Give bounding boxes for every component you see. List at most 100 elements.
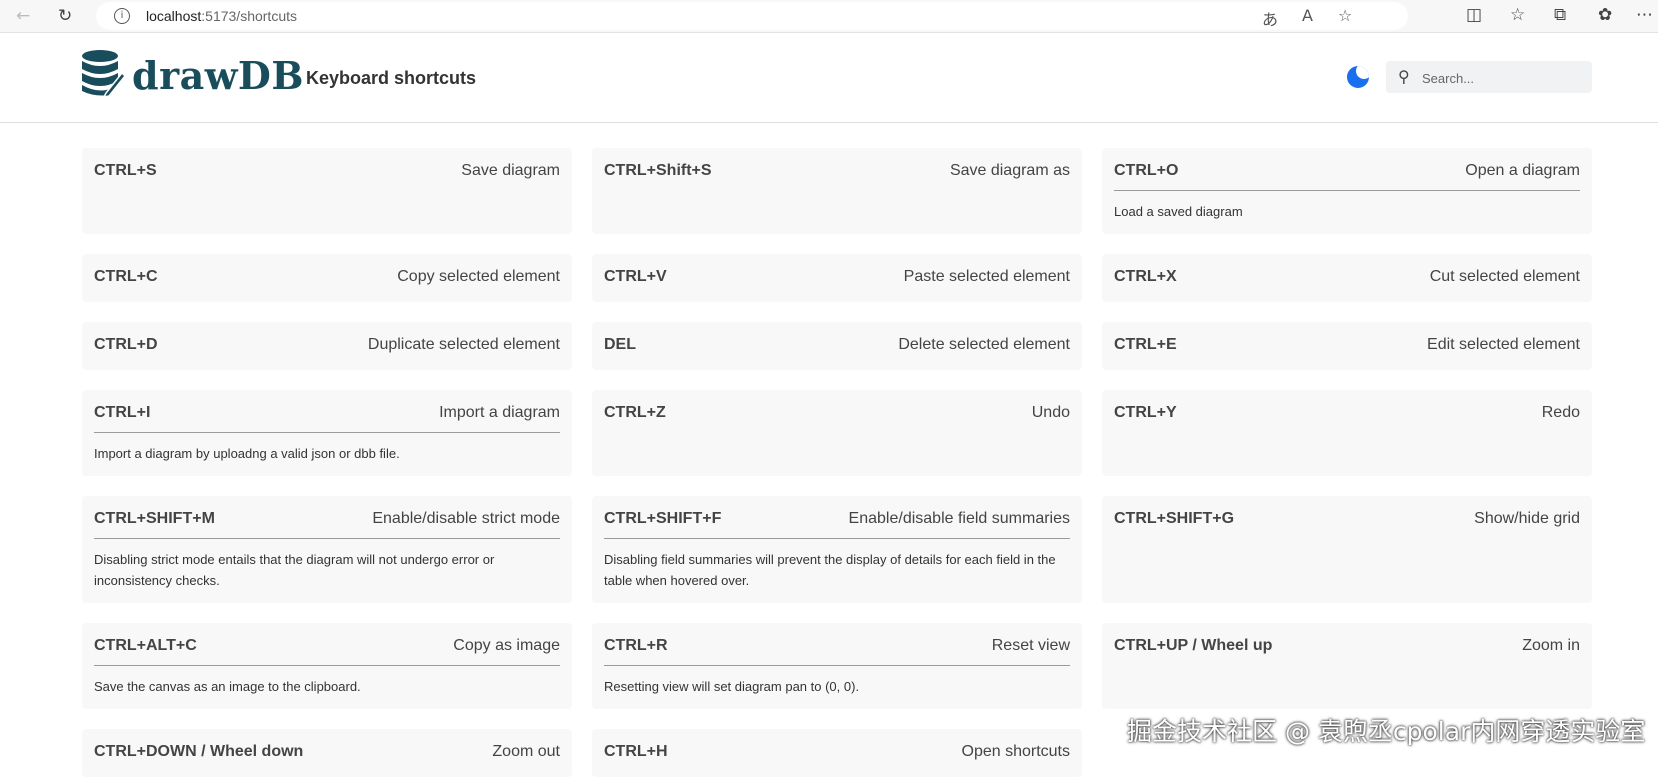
split-screen-icon[interactable]: ◫ — [1466, 5, 1482, 25]
shortcut-card: CTRL+S Save diagram — [82, 148, 572, 234]
shortcut-description: Resetting view will set diagram pan to (… — [604, 679, 860, 694]
shortcut-title: Enable/disable field summaries — [848, 510, 1070, 527]
shortcut-title: Import a diagram — [439, 404, 560, 421]
text-size-icon[interactable]: A — [1302, 6, 1313, 25]
divider — [1114, 190, 1580, 191]
shortcut-header: CTRL+SHIFT+G Show/hide grid — [1114, 510, 1580, 528]
database-logo-icon[interactable] — [80, 49, 124, 97]
shortcut-description: Disabling strict mode entails that the d… — [94, 552, 495, 588]
info-icon[interactable]: i — [114, 8, 130, 24]
shortcut-card: CTRL+X Cut selected element — [1102, 254, 1592, 302]
shortcut-header: CTRL+UP / Wheel up Zoom in — [1114, 637, 1580, 655]
favorites-icon[interactable]: ☆ — [1510, 5, 1525, 25]
divider — [94, 538, 560, 539]
shortcut-card: CTRL+D Duplicate selected element — [82, 322, 572, 370]
brand-name[interactable]: drawDB — [132, 53, 304, 98]
search-input[interactable] — [1420, 67, 1584, 89]
shortcut-title: Undo — [1031, 404, 1070, 421]
shortcut-keys: CTRL+O — [1114, 162, 1179, 179]
collections-icon[interactable]: ⧉ — [1554, 5, 1566, 25]
watermark: 掘金技术社区 @ 袁煦丞cpolar内网穿透实验室 — [1127, 717, 1646, 746]
favorite-star-icon[interactable]: ☆ — [1338, 6, 1352, 25]
shortcut-keys: CTRL+H — [604, 743, 668, 760]
shortcut-keys: CTRL+D — [94, 336, 158, 353]
more-icon[interactable]: ⋯ — [1636, 5, 1653, 25]
shortcut-title: Cut selected element — [1429, 268, 1580, 285]
search-box[interactable]: ⚲ — [1386, 61, 1592, 93]
shortcut-keys: CTRL+Z — [604, 404, 666, 421]
shortcut-keys: CTRL+SHIFT+M — [94, 510, 215, 527]
shortcut-title: Redo — [1541, 404, 1580, 421]
shortcut-keys: CTRL+SHIFT+G — [1114, 510, 1235, 527]
shortcut-card: CTRL+C Copy selected element — [82, 254, 572, 302]
shortcut-title: Copy as image — [453, 637, 560, 654]
shortcut-title: Duplicate selected element — [367, 336, 560, 353]
shortcut-header: CTRL+V Paste selected element — [604, 268, 1070, 286]
shortcut-header: CTRL+SHIFT+M Enable/disable strict mode — [94, 510, 560, 528]
shortcut-card: CTRL+V Paste selected element — [592, 254, 1082, 302]
shortcut-header: CTRL+I Import a diagram — [94, 404, 560, 422]
url-text[interactable]: localhost:5173/shortcuts — [146, 8, 297, 24]
read-aloud-icon[interactable]: あ — [1262, 6, 1278, 30]
shortcut-card: CTRL+E Edit selected element — [1102, 322, 1592, 370]
shortcut-header: CTRL+ALT+C Copy as image — [94, 637, 560, 655]
shortcut-title: Edit selected element — [1427, 336, 1580, 353]
shortcut-keys: CTRL+ALT+C — [94, 637, 197, 654]
shortcut-keys: CTRL+Shift+S — [604, 162, 712, 179]
back-icon[interactable]: ← — [16, 6, 30, 26]
url-host: localhost — [146, 8, 202, 24]
shortcut-keys: CTRL+I — [94, 404, 151, 421]
shortcut-card: CTRL+Y Redo — [1102, 390, 1592, 476]
shortcut-description: Save the canvas as an image to the clipb… — [94, 679, 361, 694]
shortcut-keys: CTRL+SHIFT+F — [604, 510, 722, 527]
address-bar[interactable]: i localhost:5173/shortcuts あ A ☆ — [96, 2, 1408, 30]
shortcut-header: CTRL+H Open shortcuts — [604, 743, 1070, 761]
shortcut-header: CTRL+S Save diagram — [94, 162, 560, 180]
shortcut-card: CTRL+UP / Wheel up Zoom in — [1102, 623, 1592, 709]
app-header: drawDB Keyboard shortcuts ⚲ — [0, 33, 1658, 123]
shortcut-title: Open shortcuts — [961, 743, 1071, 760]
shortcut-title: Copy selected element — [397, 268, 560, 285]
shortcut-header: CTRL+D Duplicate selected element — [94, 336, 560, 354]
url-path: :5173/shortcuts — [201, 8, 297, 24]
divider — [604, 665, 1070, 666]
shortcut-header: DEL Delete selected element — [604, 336, 1070, 354]
shortcut-header: CTRL+R Reset view — [604, 637, 1070, 655]
shortcut-description: Disabling field summaries will prevent t… — [604, 552, 1056, 588]
shortcut-keys: CTRL+E — [1114, 336, 1177, 353]
browser-toolbar: ← ↻ i localhost:5173/shortcuts あ A ☆ ◫ ☆… — [0, 0, 1658, 33]
shortcut-card: CTRL+DOWN / Wheel down Zoom out — [82, 729, 572, 777]
search-icon: ⚲ — [1398, 67, 1410, 86]
shortcut-header: CTRL+C Copy selected element — [94, 268, 560, 286]
shortcut-card: CTRL+O Open a diagram Load a saved diagram — [1102, 148, 1592, 234]
shortcut-keys: CTRL+C — [94, 268, 158, 285]
moon-icon[interactable] — [1347, 66, 1369, 88]
shortcut-title: Zoom out — [492, 743, 560, 760]
extensions-icon[interactable]: ✿ — [1598, 5, 1612, 25]
shortcut-keys: CTRL+Y — [1114, 404, 1177, 421]
divider — [94, 665, 560, 666]
shortcut-title: Open a diagram — [1465, 162, 1580, 179]
shortcut-title: Paste selected element — [903, 268, 1070, 285]
shortcut-header: CTRL+O Open a diagram — [1114, 162, 1580, 180]
page-title: Keyboard shortcuts — [306, 68, 477, 88]
shortcut-card: CTRL+I Import a diagram Import a diagram b… — [82, 390, 572, 476]
shortcut-description: Import a diagram by uploadng a valid jso… — [94, 446, 400, 461]
shortcut-title: Save diagram as — [949, 162, 1070, 179]
shortcut-card: CTRL+SHIFT+G Show/hide grid — [1102, 496, 1592, 603]
shortcut-card: CTRL+H Open shortcuts — [592, 729, 1082, 777]
shortcut-title: Enable/disable strict mode — [372, 510, 560, 527]
shortcut-header: CTRL+E Edit selected element — [1114, 336, 1580, 354]
shortcut-card: CTRL+ALT+C Copy as image Save the canvas a… — [82, 623, 572, 709]
shortcut-header: CTRL+Y Redo — [1114, 404, 1580, 422]
shortcut-keys: CTRL+X — [1114, 268, 1177, 285]
shortcut-title: Show/hide grid — [1474, 510, 1580, 527]
shortcut-title: Reset view — [991, 637, 1070, 654]
refresh-icon[interactable]: ↻ — [58, 6, 72, 26]
shortcut-keys: CTRL+UP / Wheel up — [1114, 637, 1273, 654]
shortcut-title: Delete selected element — [898, 336, 1070, 353]
shortcut-keys: CTRL+S — [94, 162, 157, 179]
shortcut-card: CTRL+R Reset view Resetting view will set … — [592, 623, 1082, 709]
shortcut-header: CTRL+X Cut selected element — [1114, 268, 1580, 286]
shortcut-card: CTRL+Shift+S Save diagram as — [592, 148, 1082, 234]
